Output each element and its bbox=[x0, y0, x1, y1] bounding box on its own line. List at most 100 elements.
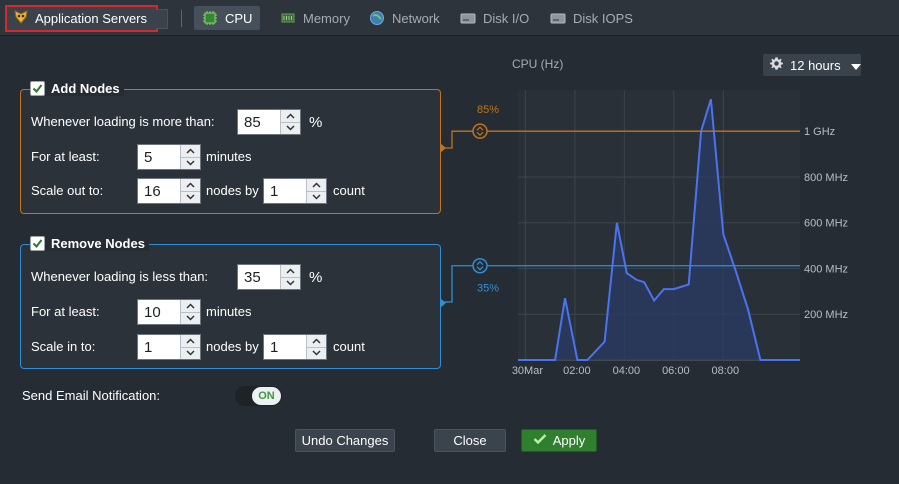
chevron-up-icon[interactable] bbox=[281, 265, 300, 277]
add-nodes-checkbox[interactable] bbox=[30, 81, 45, 96]
threshold-label: 85% bbox=[477, 104, 499, 116]
remove-loading-value[interactable]: 35 bbox=[238, 269, 280, 286]
x-tick-label: 08:00 bbox=[712, 365, 740, 377]
remove-nodes-checkbox[interactable] bbox=[30, 236, 45, 251]
x-tick-label: 30Mar bbox=[512, 365, 544, 377]
cpu-icon bbox=[202, 10, 218, 26]
toggle-on-label: ON bbox=[252, 387, 281, 405]
threshold-handle-icon[interactable] bbox=[472, 123, 488, 139]
add-scale-stepper[interactable]: 16 bbox=[137, 178, 201, 204]
chevron-down-icon[interactable] bbox=[181, 190, 200, 204]
remove-duration-label: For at least: bbox=[31, 304, 100, 319]
threshold-label: 35% bbox=[477, 283, 499, 295]
chevron-down-icon[interactable] bbox=[181, 346, 200, 360]
add-duration-unit: minutes bbox=[206, 149, 252, 164]
tab-memory-label: Memory bbox=[303, 10, 350, 26]
undo-changes-label: Undo Changes bbox=[301, 433, 389, 448]
add-step-unit: count bbox=[333, 183, 365, 198]
memory-icon bbox=[280, 10, 296, 26]
tab-disk-iops-label: Disk IOPS bbox=[573, 10, 633, 26]
add-loading-stepper[interactable]: 85 bbox=[237, 109, 301, 135]
add-nodes-header: Add Nodes bbox=[30, 81, 124, 96]
x-tick-label: 04:00 bbox=[613, 365, 641, 377]
add-nodes-title: Add Nodes bbox=[51, 81, 120, 96]
chevron-up-icon[interactable] bbox=[307, 179, 326, 191]
chevron-up-icon[interactable] bbox=[181, 179, 200, 191]
remove-step-unit: count bbox=[333, 339, 365, 354]
add-loading-label: Whenever loading is more than: bbox=[31, 114, 215, 129]
remove-loading-stepper[interactable]: 35 bbox=[237, 264, 301, 290]
close-button[interactable]: Close bbox=[434, 429, 506, 452]
add-step-value[interactable]: 1 bbox=[264, 183, 306, 200]
toolbar-divider bbox=[181, 10, 182, 27]
checkmark-icon bbox=[32, 239, 43, 249]
y-tick-label: 800 MHz bbox=[804, 172, 848, 184]
add-scale-value[interactable]: 16 bbox=[138, 183, 180, 200]
remove-loading-label: Whenever loading is less than: bbox=[31, 269, 209, 284]
chevron-up-icon[interactable] bbox=[281, 110, 300, 122]
server-group-label: Application Servers bbox=[35, 11, 147, 26]
add-step-label: nodes by bbox=[206, 183, 259, 198]
y-tick-label: 200 MHz bbox=[804, 309, 848, 321]
apply-button[interactable]: Apply bbox=[521, 429, 597, 452]
tab-cpu[interactable]: CPU bbox=[194, 6, 261, 30]
tab-disk-iops[interactable]: Disk IOPS bbox=[542, 6, 641, 30]
disk-icon bbox=[550, 11, 566, 25]
chart-title: CPU (Hz) bbox=[512, 57, 563, 71]
remove-step-label: nodes by bbox=[206, 339, 259, 354]
email-notification-toggle[interactable]: ON bbox=[235, 386, 282, 406]
server-group-selector[interactable]: Application Servers bbox=[5, 5, 168, 32]
shield-icon bbox=[13, 10, 29, 27]
x-tick-label: 06:00 bbox=[662, 365, 690, 377]
threshold-connector bbox=[440, 265, 480, 303]
add-nodes-panel: Add Nodes Whenever loading is more than:… bbox=[20, 81, 446, 214]
chevron-down-icon[interactable] bbox=[181, 156, 200, 170]
add-step-stepper[interactable]: 1 bbox=[263, 178, 327, 204]
remove-step-stepper[interactable]: 1 bbox=[263, 334, 327, 360]
add-duration-label: For at least: bbox=[31, 149, 100, 164]
chevron-up-icon[interactable] bbox=[307, 335, 326, 347]
chevron-down-icon[interactable] bbox=[281, 276, 300, 290]
y-axis: 1 GHz 800 MHz 600 MHz 400 MHz 200 MHz bbox=[804, 126, 848, 321]
server-group-dropdown-handle[interactable] bbox=[156, 9, 168, 29]
add-duration-value[interactable]: 5 bbox=[138, 149, 180, 166]
remove-scale-value[interactable]: 1 bbox=[138, 339, 180, 356]
email-notification-label: Send Email Notification: bbox=[22, 388, 161, 403]
remove-scale-stepper[interactable]: 1 bbox=[137, 334, 201, 360]
close-label: Close bbox=[453, 433, 487, 448]
remove-duration-value[interactable]: 10 bbox=[138, 304, 180, 321]
remove-nodes-panel: Remove Nodes Whenever loading is less th… bbox=[20, 236, 446, 369]
remove-nodes-title: Remove Nodes bbox=[51, 236, 145, 251]
remove-step-value[interactable]: 1 bbox=[264, 339, 306, 356]
chevron-down-icon[interactable] bbox=[281, 121, 300, 135]
tab-network[interactable]: Network bbox=[361, 6, 448, 30]
chevron-down-icon[interactable] bbox=[307, 190, 326, 204]
y-tick-label: 1 GHz bbox=[804, 126, 835, 138]
tab-network-label: Network bbox=[392, 10, 440, 26]
disk-icon bbox=[460, 11, 476, 25]
x-tick-label: 02:00 bbox=[563, 365, 591, 377]
add-duration-stepper[interactable]: 5 bbox=[137, 144, 201, 170]
x-axis: 30Mar 02:00 04:00 06:00 08:00 bbox=[512, 365, 739, 377]
add-loading-value[interactable]: 85 bbox=[238, 114, 280, 131]
chevron-down-icon[interactable] bbox=[307, 346, 326, 360]
tab-cpu-label: CPU bbox=[225, 10, 253, 26]
tab-memory[interactable]: Memory bbox=[272, 6, 358, 30]
chevron-down-icon[interactable] bbox=[181, 311, 200, 325]
remove-duration-unit: minutes bbox=[206, 304, 252, 319]
remove-duration-stepper[interactable]: 10 bbox=[137, 299, 201, 325]
y-tick-label: 400 MHz bbox=[804, 263, 848, 275]
tab-disk-io-label: Disk I/O bbox=[483, 10, 530, 26]
toolbar: Application Servers CPU Memory Network D… bbox=[0, 0, 899, 36]
chevron-up-icon[interactable] bbox=[181, 300, 200, 312]
remove-nodes-header: Remove Nodes bbox=[30, 236, 149, 251]
y-tick-label: 600 MHz bbox=[804, 218, 848, 230]
tab-disk-io[interactable]: Disk I/O bbox=[452, 6, 537, 30]
chevron-up-icon[interactable] bbox=[181, 335, 200, 347]
remove-loading-unit: % bbox=[309, 269, 323, 286]
threshold-handle-icon[interactable] bbox=[472, 257, 488, 274]
undo-changes-button[interactable]: Undo Changes bbox=[295, 429, 395, 452]
globe-icon bbox=[369, 10, 385, 26]
add-scale-label: Scale out to: bbox=[31, 183, 104, 198]
chevron-up-icon[interactable] bbox=[181, 145, 200, 157]
